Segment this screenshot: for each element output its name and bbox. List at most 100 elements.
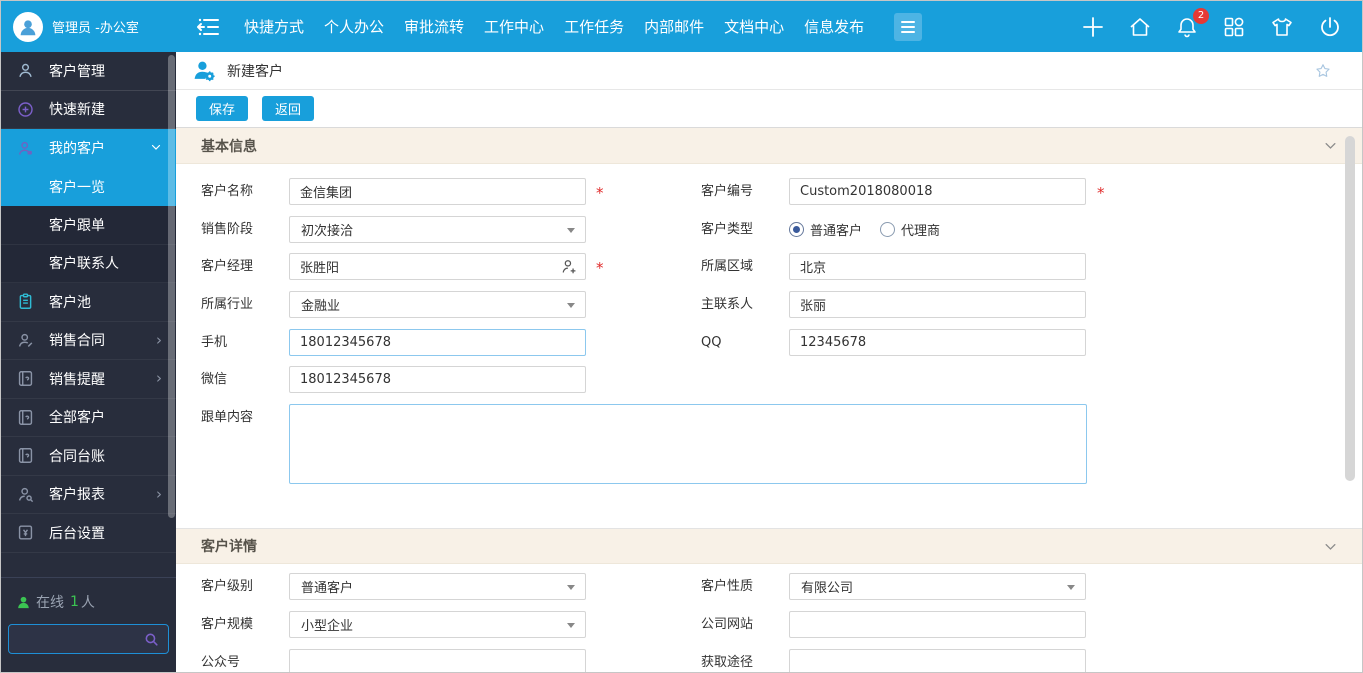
phonebook-icon — [15, 446, 35, 466]
topbar: 管理员 -办公室 快捷方式 个人办公 审批流转 工作中心 工作任务 内部邮件 文… — [1, 1, 1362, 52]
add-button[interactable] — [1081, 15, 1105, 39]
wechat-label: 微信 — [201, 372, 228, 387]
person-icon — [15, 61, 35, 81]
nav-item-shortcuts[interactable]: 快捷方式 — [244, 16, 304, 37]
sidebar-item-sales-reminder[interactable]: 销售提醒 › — [1, 360, 176, 399]
person-add-icon[interactable] — [560, 257, 579, 276]
public-account-input[interactable] — [289, 649, 586, 672]
customer-scale-value: 小型企业 — [301, 619, 354, 634]
sidebar-item-customer-reports[interactable]: 客户报表 › — [1, 476, 176, 514]
required-asterisk: * — [596, 259, 604, 277]
sidebar-item-customer-contacts[interactable]: 客户联系人 — [1, 244, 176, 283]
customer-nature-value: 有限公司 — [801, 581, 854, 596]
sales-stage-select[interactable]: 初次接洽 — [289, 216, 586, 243]
sidebar-item-contract-ledger[interactable]: 合同台账 — [1, 437, 176, 476]
sales-stage-label: 销售阶段 — [201, 222, 254, 237]
phonebook-icon — [15, 407, 35, 427]
follow-content-textarea[interactable] — [289, 404, 1087, 484]
user-avatar-icon — [13, 11, 43, 42]
nav-item-work-center[interactable]: 工作中心 — [484, 16, 544, 37]
topbar-icons: 2 — [1081, 7, 1362, 39]
sidebar-collapse-icon[interactable] — [196, 16, 222, 38]
main-contact-input[interactable] — [789, 291, 1086, 318]
radio-agent-label: 代理商 — [901, 224, 941, 239]
theme-tshirt-button[interactable] — [1269, 15, 1295, 39]
user-name: 管理员 -办公室 — [52, 21, 139, 36]
back-button[interactable]: 返回 — [262, 96, 315, 121]
favorite-star-icon[interactable] — [1314, 62, 1332, 80]
follow-content-label: 跟单内容 — [201, 410, 254, 425]
account-manager-label: 客户经理 — [201, 259, 254, 274]
sidebar-item-customer-management[interactable]: 客户管理 — [1, 52, 176, 91]
qq-label: QQ — [701, 335, 722, 350]
user-block[interactable]: 管理员 -办公室 — [1, 1, 176, 52]
customer-level-select[interactable]: 普通客户 — [289, 573, 586, 600]
radio-normal-customer-label: 普通客户 — [810, 224, 863, 239]
sidebar-item-quick-create[interactable]: 快速新建 — [1, 91, 176, 129]
sidebar-scrollbar[interactable] — [168, 55, 175, 518]
main-contact-label: 主联系人 — [701, 297, 754, 312]
customer-name-input[interactable] — [289, 178, 586, 205]
section-basic-info-header: 基本信息 — [176, 128, 1362, 164]
wechat-input[interactable] — [289, 366, 586, 393]
app-window: 管理员 -办公室 快捷方式 个人办公 审批流转 工作中心 工作任务 内部邮件 文… — [0, 0, 1363, 673]
customer-name-label: 客户名称 — [201, 184, 254, 199]
nav-item-document-center[interactable]: 文档中心 — [724, 16, 784, 37]
customer-type-radio-group: 普通客户 代理商 — [789, 216, 958, 243]
customer-level-label: 客户级别 — [201, 579, 254, 594]
customer-code-label: 客户编号 — [701, 184, 754, 199]
account-manager-input[interactable] — [289, 253, 586, 280]
customer-scale-label: 客户规模 — [201, 617, 254, 632]
customer-code-input[interactable] — [789, 178, 1086, 205]
page-title: 新建客户 — [227, 63, 283, 80]
save-button[interactable]: 保存 — [196, 96, 249, 121]
public-account-label: 公众号 — [201, 655, 241, 670]
industry-select[interactable]: 金融业 — [289, 291, 586, 318]
acquisition-label: 获取途径 — [701, 655, 754, 670]
collapse-section-icon[interactable] — [1323, 539, 1338, 554]
required-asterisk: * — [596, 184, 604, 202]
chevron-down-icon — [567, 303, 575, 308]
main-content: 新建客户 保存 返回 基本信息 客户名称 * 客户编号 * 销售阶段 初次接洽 … — [176, 52, 1362, 672]
top-nav: 快捷方式 个人办公 审批流转 工作中心 工作任务 内部邮件 文档中心 信息发布 — [244, 16, 884, 37]
home-button[interactable] — [1128, 15, 1152, 39]
collapse-section-icon[interactable] — [1323, 138, 1338, 153]
sidebar-search-input[interactable] — [9, 631, 143, 647]
search-icon[interactable] — [143, 631, 160, 648]
chevron-down-icon — [567, 623, 575, 628]
online-person-icon — [15, 594, 32, 611]
sidebar-search-box — [8, 624, 169, 654]
company-website-label: 公司网站 — [701, 617, 754, 632]
radio-normal-customer[interactable] — [789, 222, 804, 237]
sidebar-item-all-customers[interactable]: 全部客户 — [1, 399, 176, 437]
acquisition-input[interactable] — [789, 649, 1086, 672]
mobile-input[interactable] — [289, 329, 586, 356]
sidebar-footer: 在线 1 人 — [1, 577, 176, 672]
nav-item-approval-flow[interactable]: 审批流转 — [404, 16, 464, 37]
qq-input[interactable] — [789, 329, 1086, 356]
apps-grid-button[interactable] — [1222, 15, 1246, 39]
nav-item-info-publish[interactable]: 信息发布 — [804, 16, 864, 37]
nav-item-internal-mail[interactable]: 内部邮件 — [644, 16, 704, 37]
sidebar-item-sales-contract[interactable]: 销售合同 › — [1, 322, 176, 360]
company-website-input[interactable] — [789, 611, 1086, 638]
nav-item-work-tasks[interactable]: 工作任务 — [564, 16, 624, 37]
power-button[interactable] — [1318, 15, 1342, 39]
sidebar-item-my-customers[interactable]: 我的客户 — [1, 129, 176, 168]
notifications-button[interactable]: 2 — [1175, 7, 1209, 39]
customer-scale-select[interactable]: 小型企业 — [289, 611, 586, 638]
chevron-down-icon — [567, 228, 575, 233]
sidebar-item-customer-pool[interactable]: 客户池 — [1, 283, 176, 322]
chevron-right-icon: › — [156, 484, 162, 503]
radio-agent[interactable] — [880, 222, 896, 237]
sidebar-item-backend-settings[interactable]: 后台设置 — [1, 514, 176, 553]
yen-book-icon — [15, 523, 35, 543]
customer-nature-select[interactable]: 有限公司 — [789, 573, 1086, 600]
more-menu-button[interactable] — [894, 12, 923, 41]
notification-badge: 2 — [1193, 7, 1209, 24]
content-scrollbar[interactable] — [1345, 136, 1355, 481]
sidebar-item-customer-list[interactable]: 客户一览 — [1, 167, 176, 206]
sidebar-item-customer-follow[interactable]: 客户跟单 — [1, 206, 176, 245]
nav-item-personal-office[interactable]: 个人办公 — [324, 16, 384, 37]
region-input[interactable] — [789, 253, 1086, 280]
